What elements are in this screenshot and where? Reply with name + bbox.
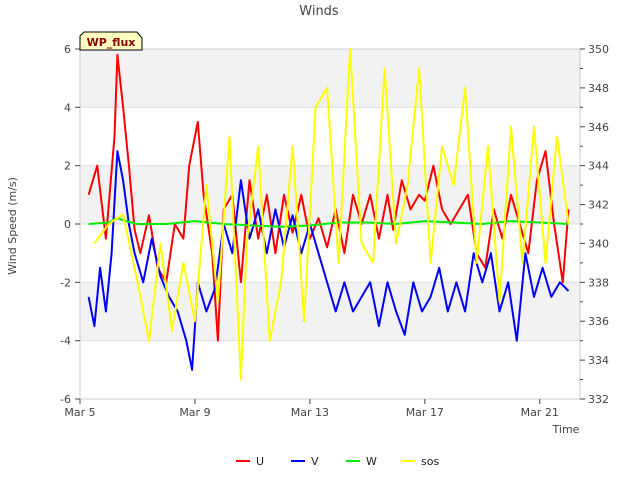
y-axis-label: Wind Speed (m/s) bbox=[6, 177, 19, 275]
winds-chart: -6 -4 -2 0 2 4 6 332 334 336 338 340 342 344 346 348 35… bbox=[6, 4, 609, 468]
y2-tick-label: 338 bbox=[588, 276, 609, 289]
y2-tick-label: 332 bbox=[588, 393, 609, 406]
y2-tick-label: 336 bbox=[588, 315, 609, 328]
y-tick-label: -2 bbox=[60, 276, 71, 289]
legend-label-sos: sos bbox=[421, 455, 439, 468]
y2-tick-label: 334 bbox=[588, 354, 609, 367]
y-tick-label: 2 bbox=[64, 160, 71, 173]
x-tick-label: Mar 9 bbox=[179, 406, 210, 419]
y2-tick-label: 348 bbox=[588, 82, 609, 95]
y-tick-label: 4 bbox=[64, 101, 71, 114]
legend-label-u: U bbox=[256, 455, 264, 468]
legend-label-v: V bbox=[311, 455, 319, 468]
y-tick-label: 6 bbox=[64, 43, 71, 56]
right-axis: 332 334 336 338 340 342 344 346 348 350 bbox=[580, 43, 609, 406]
wp-flux-badge: WP_flux bbox=[79, 31, 143, 51]
legend-label-w: W bbox=[366, 455, 377, 468]
y2-tick-label: 340 bbox=[588, 237, 609, 250]
y-tick-label: -4 bbox=[60, 335, 71, 348]
y-tick-label: 0 bbox=[64, 218, 71, 231]
chart-title: Winds bbox=[299, 4, 339, 19]
y-tick-label: -6 bbox=[60, 393, 71, 406]
legend: U V Wsos bbox=[236, 455, 439, 468]
band-0 bbox=[80, 49, 580, 108]
x-tick-label: Mar 5 bbox=[64, 406, 95, 419]
y2-tick-label: 350 bbox=[588, 43, 609, 56]
left-axis: -6 -4 -2 0 2 4 6 bbox=[60, 43, 80, 406]
x-tick-label: Mar 21 bbox=[521, 406, 559, 419]
x-axis-label: Time bbox=[552, 423, 580, 436]
badge-label: WP_flux bbox=[87, 36, 136, 49]
x-tick-label: Mar 13 bbox=[291, 406, 329, 419]
x-axis: Mar 5 Mar 9 Mar 13 Mar 17 Mar 21 bbox=[64, 399, 559, 419]
y2-tick-label: 344 bbox=[588, 160, 609, 173]
y2-tick-label: 342 bbox=[588, 199, 609, 212]
y2-tick-label: 346 bbox=[588, 121, 609, 134]
x-tick-label: Mar 17 bbox=[406, 406, 444, 419]
